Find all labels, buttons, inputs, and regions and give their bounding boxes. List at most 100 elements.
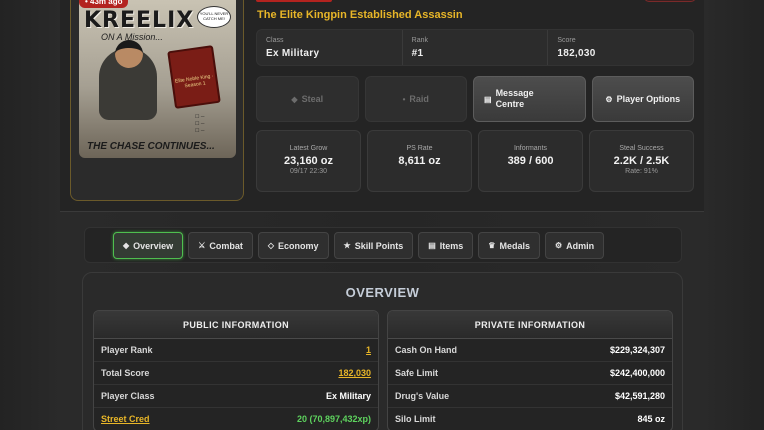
row-key: Player Class — [101, 391, 155, 401]
row-value: 845 oz — [637, 414, 665, 424]
diamond-icon: ◆ — [123, 241, 130, 250]
stat-value: 23,160 oz — [284, 155, 333, 167]
diamond-icon: ◆ — [291, 94, 298, 104]
street-cred-link[interactable]: Street Cred — [101, 414, 150, 424]
steal-label: Steal — [301, 94, 324, 104]
table-row: Silo Limit 845 oz — [388, 408, 672, 430]
tab-medals[interactable]: ♛ Medals — [478, 232, 540, 259]
row-key: Total Score — [101, 368, 150, 378]
player-info-row: Class Ex Military Rank #1 Score 182,030 — [256, 29, 694, 66]
diamond-outline-icon: ◇ — [267, 241, 275, 250]
info-class: Class Ex Military — [257, 30, 403, 65]
player-name-bar — [256, 0, 332, 2]
swords-icon: ⚔ — [198, 241, 206, 250]
avatar-frame: • 43m ago KREELIX ON A Mission... Elite … — [70, 0, 244, 201]
poster-head — [115, 40, 143, 68]
stat-label: Latest Grow — [289, 145, 328, 152]
stat-label: PS Rate — [406, 145, 433, 152]
star-icon: ★ — [343, 241, 351, 250]
page: • 43m ago KREELIX ON A Mission... Elite … — [0, 0, 764, 430]
box-icon: ▤ — [428, 241, 436, 250]
dot-icon: • — [402, 94, 406, 104]
tab-items[interactable]: ▤ Items — [418, 232, 474, 259]
steal-button[interactable]: ◆ Steal — [256, 76, 359, 122]
player-rank-link[interactable]: 1 — [366, 345, 371, 355]
info-label: Rank — [411, 37, 429, 44]
row-key: Silo Limit — [395, 414, 436, 424]
tab-label: Skill Points — [354, 240, 404, 251]
stat-sub: 09/17 22:30 — [290, 168, 327, 175]
tab-label: Combat — [209, 240, 243, 251]
poster-title: KREELIX — [84, 8, 195, 33]
stat-steal-success: Steal Success 2.2K / 2.5K Rate: 91% — [589, 130, 694, 192]
table-row: Drug's Value $42,591,280 — [388, 385, 672, 408]
raid-button[interactable]: • Raid — [364, 76, 467, 122]
overview-panel: OVERVIEW PUBLIC INFORMATION Player Rank … — [82, 272, 683, 430]
info-label: Score — [557, 37, 576, 44]
table-row: Safe Limit $242,400,000 — [388, 362, 672, 385]
row-key: Cash On Hand — [395, 345, 458, 355]
info-value: #1 — [411, 48, 424, 59]
action-buttons: ◆ Steal • Raid ▤ Message Centre ⚙ Player… — [256, 76, 694, 122]
info-value: Ex Military — [266, 48, 320, 59]
public-info-table: PUBLIC INFORMATION Player Rank 1 Total S… — [93, 310, 379, 430]
stat-informants: Informants 389 / 600 — [478, 130, 583, 192]
stat-ps-rate: PS Rate 8,611 oz — [367, 130, 472, 192]
player-title: The Elite Kingpin Established Assassin — [257, 9, 463, 21]
online-badge: • 43m ago — [79, 0, 129, 8]
table-row: Street Cred 20 (70,897,432xp) — [94, 408, 378, 430]
table-row: Cash On Hand $229,324,307 — [388, 339, 672, 362]
row-value: $229,324,307 — [609, 345, 665, 355]
poster-footer: THE CHASE CONTINUES... — [87, 141, 215, 152]
private-info-table: PRIVATE INFORMATION Cash On Hand $229,32… — [387, 310, 673, 430]
tab-label: Economy — [278, 240, 319, 251]
raid-label: Raid — [409, 94, 429, 104]
tab-overview[interactable]: ◆ Overview — [113, 232, 184, 259]
private-info-heading: PRIVATE INFORMATION — [388, 311, 672, 339]
table-row: Player Class Ex Military — [94, 385, 378, 408]
row-value: $42,591,280 — [614, 391, 665, 401]
stat-row: Latest Grow 23,160 oz 09/17 22:30 PS Rat… — [256, 130, 694, 192]
info-value: 182,030 — [557, 48, 596, 59]
profile-card: • 43m ago KREELIX ON A Mission... Elite … — [60, 0, 704, 212]
tab-economy[interactable]: ◇ Economy — [257, 232, 329, 259]
stat-value: 8,611 oz — [398, 155, 441, 167]
poster-checklist: ☐ ─ ☐ ─ ☐ ─ — [195, 114, 205, 134]
stat-value: 389 / 600 — [507, 155, 554, 167]
tab-label: Admin — [566, 240, 595, 251]
stat-latest-grow: Latest Grow 23,160 oz 09/17 22:30 — [256, 130, 361, 192]
row-value: Ex Military — [325, 391, 371, 401]
row-key: Player Rank — [101, 345, 153, 355]
poster-book: Elite Noble King · Season 1 — [167, 45, 221, 109]
player-options-button[interactable]: ⚙ Player Options — [591, 76, 694, 122]
top-status-pill — [644, 0, 696, 2]
tab-combat[interactable]: ⚔ Combat — [188, 232, 253, 259]
stat-sub: Rate: 91% — [625, 168, 658, 175]
message-centre-button[interactable]: ▤ Message Centre — [473, 76, 586, 122]
tab-label: Items — [439, 240, 464, 251]
stat-label: Informants — [513, 145, 548, 152]
overview-title: OVERVIEW — [345, 285, 420, 300]
medal-icon: ♛ — [488, 241, 496, 250]
info-score: Score 182,030 — [548, 30, 693, 65]
stat-label: Steal Success — [619, 145, 664, 152]
gear-icon: ⚙ — [605, 94, 613, 104]
player-avatar[interactable]: KREELIX ON A Mission... Elite Noble King… — [79, 0, 236, 158]
tab-admin[interactable]: ⚙ Admin — [544, 232, 605, 259]
info-rank: Rank #1 — [403, 30, 549, 65]
row-value: $242,400,000 — [609, 368, 665, 378]
profile-tabs: ◆ Overview ⚔ Combat ◇ Economy ★ Skill Po… — [84, 227, 682, 263]
poster-speech-bubble: YOU'LL NEVER CATCH ME! — [197, 6, 231, 28]
stat-value: 2.2K / 2.5K — [613, 155, 670, 167]
table-row: Total Score 182,030 — [94, 362, 378, 385]
public-info-heading: PUBLIC INFORMATION — [94, 311, 378, 339]
row-key: Drug's Value — [395, 391, 450, 401]
player-options-label: Player Options — [616, 94, 681, 104]
tab-skill-points[interactable]: ★ Skill Points — [333, 232, 414, 259]
tab-label: Medals — [499, 240, 530, 251]
info-label: Class — [266, 37, 284, 44]
message-centre-label: Message Centre — [495, 88, 534, 109]
table-row: Player Rank 1 — [94, 339, 378, 362]
gear-icon: ⚙ — [554, 241, 563, 250]
total-score-link[interactable]: 182,030 — [338, 368, 371, 378]
